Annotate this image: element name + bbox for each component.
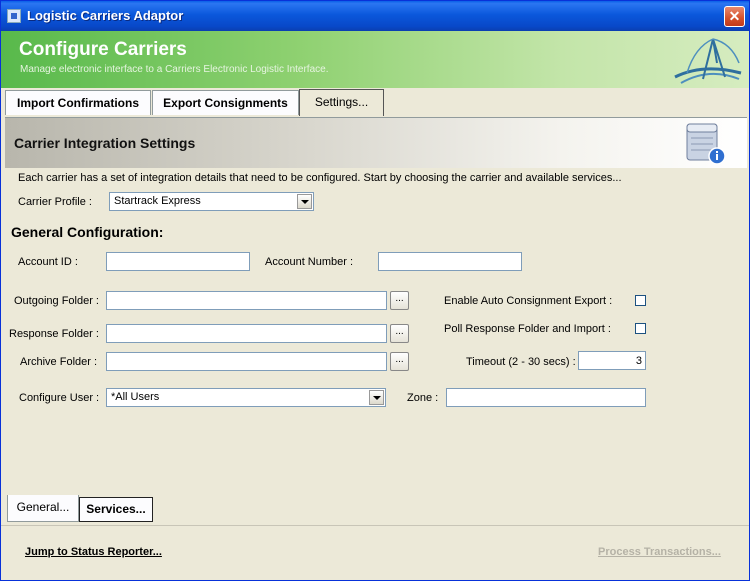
tab-export-consignments[interactable]: Export Consignments (152, 90, 299, 115)
auto-export-label: Enable Auto Consignment Export : (444, 295, 613, 307)
panel-title: Carrier Integration Settings (14, 135, 196, 151)
app-icon (7, 9, 21, 23)
account-id-input[interactable] (106, 252, 250, 271)
archive-folder-input[interactable] (106, 352, 387, 371)
general-configuration-heading: General Configuration: (11, 224, 164, 240)
title-bar[interactable]: Logistic Carriers Adaptor ✕ (1, 1, 749, 31)
chevron-down-icon[interactable] (369, 390, 384, 405)
chevron-down-icon[interactable] (297, 194, 312, 209)
zone-label: Zone : (407, 392, 439, 404)
status-reporter-link[interactable]: Jump to Status Reporter... (25, 546, 162, 558)
top-tab-strip: Import Confirmations Export Consignments… (1, 88, 749, 116)
server-info-icon (686, 123, 726, 165)
window-title: Logistic Carriers Adaptor (27, 8, 184, 23)
configure-user-value: *All Users (111, 391, 160, 403)
process-transactions-link[interactable]: Process Transactions... (598, 546, 721, 558)
banner-subtitle: Manage electronic interface to a Carrier… (20, 64, 329, 75)
outgoing-folder-browse-button[interactable]: ... (390, 291, 409, 310)
outgoing-folder-label: Outgoing Folder : (14, 295, 99, 307)
settings-panel: Carrier Integration Settings Each carrie… (5, 117, 747, 496)
application-window: Logistic Carriers Adaptor ✕ Configure Ca… (0, 0, 750, 581)
tab-import-confirmations[interactable]: Import Confirmations (5, 90, 151, 115)
panel-description: Each carrier has a set of integration de… (18, 172, 622, 184)
bottom-tab-strip: General... Services... (5, 495, 747, 525)
account-number-input[interactable] (378, 252, 522, 271)
auto-export-checkbox[interactable] (635, 295, 646, 306)
tab-general[interactable]: General... (7, 495, 79, 522)
panel-header: Carrier Integration Settings (5, 118, 747, 168)
account-id-label: Account ID : (18, 256, 78, 268)
timeout-label: Timeout (2 - 30 secs) : (466, 356, 576, 368)
archive-folder-label: Archive Folder : (20, 356, 98, 368)
zone-input[interactable] (446, 388, 646, 407)
account-number-label: Account Number : (265, 256, 354, 268)
tab-settings[interactable]: Settings... (299, 89, 384, 116)
carrier-profile-value: Startrack Express (114, 195, 201, 207)
configure-user-label: Configure User : (19, 392, 100, 404)
tab-services[interactable]: Services... (79, 497, 153, 522)
footer-bar: Jump to Status Reporter... Process Trans… (1, 525, 749, 580)
timeout-input[interactable] (578, 351, 646, 370)
header-banner: Configure Carriers Manage electronic int… (1, 31, 749, 88)
poll-response-label: Poll Response Folder and Import : (444, 323, 611, 335)
configure-user-select[interactable]: *All Users (106, 388, 386, 407)
bridge-logo-icon (674, 38, 742, 84)
response-folder-browse-button[interactable]: ... (390, 324, 409, 343)
response-folder-label: Response Folder : (9, 328, 99, 340)
carrier-profile-select[interactable]: Startrack Express (109, 192, 314, 211)
outgoing-folder-input[interactable] (106, 291, 387, 310)
archive-folder-browse-button[interactable]: ... (390, 352, 409, 371)
response-folder-input[interactable] (106, 324, 387, 343)
carrier-profile-label: Carrier Profile : (18, 196, 92, 208)
banner-title: Configure Carriers (19, 39, 187, 60)
close-button[interactable]: ✕ (724, 6, 745, 27)
poll-response-checkbox[interactable] (635, 323, 646, 334)
